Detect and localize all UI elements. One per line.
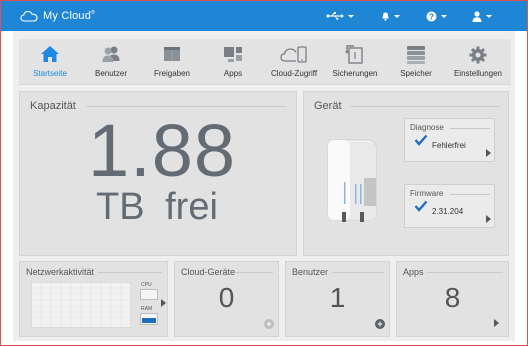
- divider: [235, 272, 273, 273]
- divider: [98, 272, 162, 273]
- help-menu[interactable]: ?: [426, 11, 447, 22]
- chevron-down-icon: [394, 14, 400, 18]
- capacity-panel[interactable]: Kapazität 1.88 TB frei: [19, 91, 297, 256]
- chevron-right-icon[interactable]: [494, 319, 499, 327]
- nav-item-apps[interactable]: Apps: [202, 39, 264, 85]
- nav-item-storage[interactable]: Speicher: [385, 39, 447, 85]
- add-cloud-device-icon[interactable]: +: [264, 319, 274, 329]
- nav-item-shares[interactable]: Freigaben: [141, 39, 203, 85]
- diagnosis-box[interactable]: Diagnose Fehlerfrei: [404, 118, 495, 162]
- chevron-down-icon: [441, 14, 447, 18]
- nas-device-image: [327, 139, 377, 222]
- check-icon: [414, 134, 428, 146]
- app-title: My Cloud®: [43, 10, 95, 22]
- user-menu[interactable]: [472, 10, 492, 22]
- network-activity-panel[interactable]: Netzwerkaktivität CPU RAM: [19, 261, 168, 337]
- device-panel: Gerät Diagnose Fehlerfrei Firmware 2.31.…: [303, 91, 509, 256]
- panel-title: Gerät: [314, 100, 342, 112]
- chevron-right-icon[interactable]: [161, 299, 166, 307]
- apps-panel[interactable]: Apps 8: [396, 261, 509, 337]
- notifications-menu[interactable]: [381, 11, 400, 21]
- home-icon: [41, 46, 59, 62]
- chevron-right-icon: [486, 149, 491, 157]
- ram-bar-fill: [142, 318, 156, 323]
- ram-label: RAM: [141, 306, 153, 312]
- nav-item-label: Cloud-Zugriff: [270, 69, 318, 78]
- help-icon: ?: [426, 11, 437, 21]
- bell-icon: [382, 12, 389, 21]
- nav-item-label: Startseite: [33, 69, 67, 78]
- add-user-icon[interactable]: +: [375, 319, 385, 329]
- storage-icon: [407, 46, 425, 64]
- chevron-right-icon: [486, 215, 491, 223]
- diagnosis-title: Diagnose: [410, 123, 444, 132]
- nav-item-label: Benutzer: [94, 69, 128, 78]
- capacity-unit: TB frei: [96, 186, 218, 228]
- nav-item-users[interactable]: Benutzer: [80, 39, 142, 85]
- nav-item-settings[interactable]: Einstellungen: [447, 39, 509, 85]
- backup-icon: [345, 45, 363, 64]
- user-icon: [472, 10, 482, 22]
- cloud-devices-panel[interactable]: Cloud-Geräte 0 +: [174, 261, 279, 337]
- apps-icon: [224, 47, 242, 62]
- cloud-access-icon: [280, 46, 307, 63]
- nav-item-label: Speicher: [400, 69, 432, 78]
- check-icon: [414, 200, 428, 212]
- panel-title: Netzwerkaktivität: [26, 267, 95, 277]
- cloud-logo-icon: [20, 10, 38, 22]
- cpu-bar: [140, 289, 158, 300]
- users-panel[interactable]: Benutzer 1 +: [285, 261, 390, 337]
- panel-title: Apps: [403, 267, 424, 277]
- svg-text:?: ?: [429, 12, 434, 21]
- nav-item-label: Apps: [223, 69, 243, 78]
- cpu-meter: CPU: [140, 282, 158, 302]
- panel-title: Kapazität: [30, 100, 76, 112]
- usb-menu[interactable]: [326, 12, 354, 20]
- nav-item-home[interactable]: Startseite: [19, 39, 81, 85]
- cloud-devices-count: 0: [218, 282, 235, 313]
- diagnosis-value: Fehlerfrei: [432, 141, 466, 150]
- firmware-value: 2.31.204: [432, 207, 464, 216]
- chevron-down-icon: [348, 14, 354, 18]
- divider: [427, 272, 503, 273]
- divider: [332, 272, 384, 273]
- folder-icon: [164, 47, 180, 61]
- divider: [450, 128, 490, 129]
- cpu-label: CPU: [141, 282, 152, 288]
- divider: [350, 106, 500, 107]
- nav-item-label: Freigaben: [153, 69, 191, 78]
- ram-meter: RAM: [140, 306, 158, 328]
- divider: [450, 194, 490, 195]
- capacity-value: 1.88: [88, 109, 237, 192]
- network-activity-graph: [31, 282, 131, 328]
- usb-icon: [326, 12, 344, 20]
- divider: [86, 106, 286, 107]
- users-icon: [102, 46, 120, 62]
- users-count: 1: [329, 282, 346, 313]
- main-nav: Startseite Benutzer Freigaben Apps Cloud…: [19, 39, 511, 85]
- firmware-box[interactable]: Firmware 2.31.204: [404, 184, 495, 228]
- nav-item-backups[interactable]: Sicherungen: [324, 39, 386, 85]
- chevron-down-icon: [486, 14, 492, 18]
- nav-item-label: Sicherungen: [332, 69, 378, 78]
- firmware-title: Firmware: [410, 189, 444, 198]
- gear-icon: [469, 46, 487, 64]
- apps-count: 8: [444, 282, 461, 313]
- nav-item-cloud-access[interactable]: Cloud-Zugriff: [263, 39, 325, 85]
- panel-title: Cloud-Geräte: [181, 267, 236, 277]
- ram-bar: [140, 313, 158, 325]
- panel-title: Benutzer: [292, 267, 329, 277]
- dashboard: Startseite Benutzer Freigaben Apps Cloud…: [13, 31, 515, 341]
- top-bar: My Cloud® ?: [1, 1, 527, 31]
- app-logo[interactable]: My Cloud®: [20, 1, 95, 31]
- nav-item-label: Einstellungen: [453, 69, 503, 78]
